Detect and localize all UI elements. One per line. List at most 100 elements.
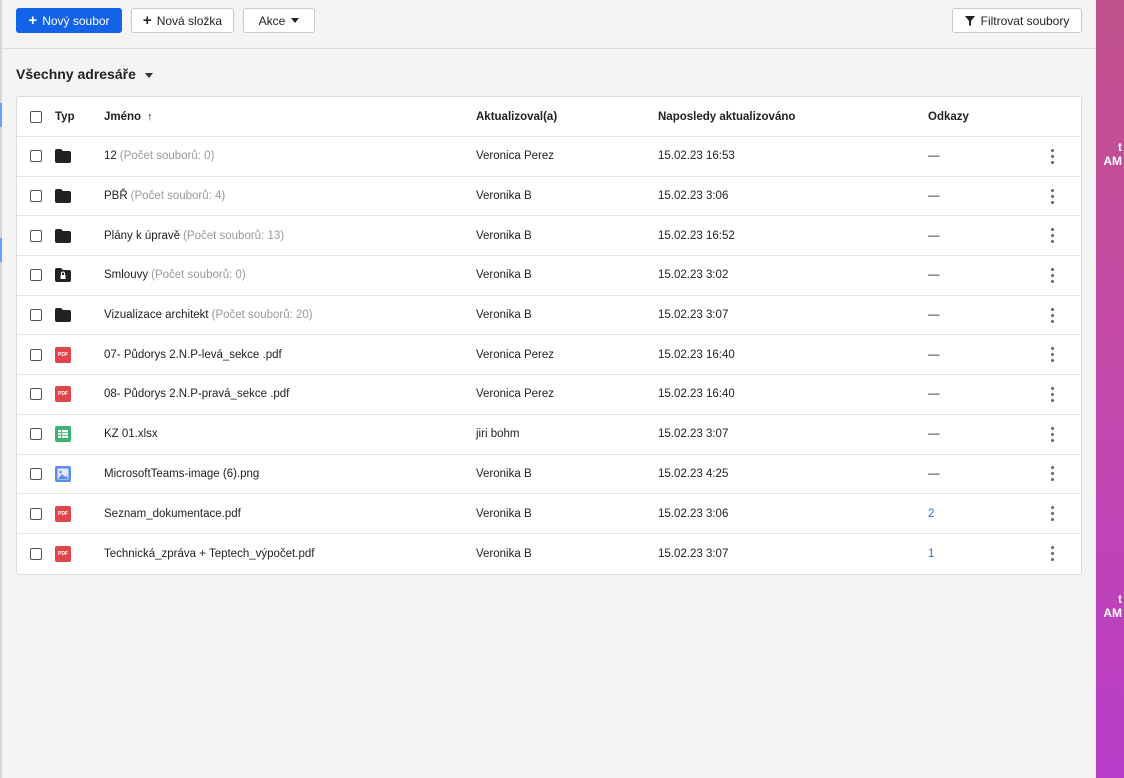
file-name[interactable]: Plány k úpravě xyxy=(104,230,180,242)
updated-by: Veronika B xyxy=(476,190,532,203)
row-checkbox[interactable] xyxy=(30,309,42,322)
table-row[interactable]: Plány k úpravě (Počet souborů: 13) Veronik… xyxy=(17,216,1081,257)
table-row[interactable]: PDF 08- Půdorys 2.N.P-pravá_sekce .pdf Ver… xyxy=(17,375,1081,415)
pdf-icon: PDF xyxy=(55,335,71,374)
filter-label: Filtrovat soubory xyxy=(980,13,1070,28)
table-row[interactable]: PDF Technická_zpráva + Teptech_výpočet.pd… xyxy=(17,534,1081,574)
file-name-cell[interactable]: 12 (Počet souborů: 0) xyxy=(104,137,214,176)
desktop-time-fragment: t AM xyxy=(1103,592,1122,620)
row-menu-button[interactable] xyxy=(1051,256,1054,295)
updated-by: Veronika B xyxy=(476,507,532,520)
updated-by: jiri bohm xyxy=(476,428,520,441)
updated-date: 15.02.23 16:53 xyxy=(658,150,735,163)
row-menu-button[interactable] xyxy=(1051,494,1054,533)
table-row[interactable]: PDF 07- Půdorys 2.N.P-levá_sekce .pdf Vero… xyxy=(17,335,1081,376)
chevron-down-icon xyxy=(291,18,300,23)
links-count-link[interactable]: 2 xyxy=(928,494,934,533)
more-vertical-icon xyxy=(1051,267,1054,283)
row-menu-button[interactable] xyxy=(1051,455,1054,494)
row-checkbox[interactable] xyxy=(30,547,42,560)
table-row[interactable]: KZ 01.xlsx jiri bohm 15.02.23 3:07 — xyxy=(17,415,1081,455)
updated-by: Veronika B xyxy=(476,309,532,322)
row-checkbox[interactable] xyxy=(30,348,42,361)
updated-by: Veronica Perez xyxy=(476,150,554,163)
filter-icon xyxy=(964,15,975,26)
file-name-cell[interactable]: Smlouvy (Počet souborů: 0) xyxy=(104,256,246,295)
directory-title: Všechny adresáře xyxy=(16,66,136,82)
more-vertical-icon xyxy=(1051,426,1054,442)
more-vertical-icon xyxy=(1051,386,1054,402)
filter-files-button[interactable]: Filtrovat soubory xyxy=(952,8,1082,33)
file-name-cell[interactable]: PBŘ (Počet souborů: 4) xyxy=(104,177,225,216)
row-checkbox[interactable] xyxy=(30,150,42,163)
file-name-cell[interactable]: 08- Půdorys 2.N.P-pravá_sekce .pdf xyxy=(104,375,289,414)
new-file-button[interactable]: + Nový soubor xyxy=(16,8,122,33)
file-name-cell[interactable]: 07- Půdorys 2.N.P-levá_sekce .pdf xyxy=(104,335,282,374)
new-file-label: Nový soubor xyxy=(42,13,110,28)
file-name[interactable]: PBŘ xyxy=(104,190,128,202)
updated-date: 15.02.23 4:25 xyxy=(658,467,729,480)
row-menu-button[interactable] xyxy=(1051,415,1054,454)
file-table: Typ Jméno ↑ Aktualizoval(a) Naposledy ak… xyxy=(16,96,1082,575)
header-updated-by[interactable]: Aktualizoval(a) xyxy=(476,97,557,136)
table-row[interactable]: MicrosoftTeams-image (6).png Veronika B 15… xyxy=(17,455,1081,495)
actions-dropdown[interactable]: Akce xyxy=(243,8,315,33)
links-count-link[interactable]: 1 xyxy=(928,534,934,574)
more-vertical-icon xyxy=(1051,466,1054,482)
file-name-cell[interactable]: Plány k úpravě (Počet souborů: 13) xyxy=(104,216,284,255)
updated-by: Veronika B xyxy=(476,467,532,480)
file-name[interactable]: Seznam_dokumentace.pdf xyxy=(104,508,241,520)
file-name-cell[interactable]: MicrosoftTeams-image (6).png xyxy=(104,455,259,494)
header-last-updated[interactable]: Naposledy aktualizováno xyxy=(658,97,795,136)
updated-by: Veronika B xyxy=(476,547,532,560)
file-name-cell[interactable]: KZ 01.xlsx xyxy=(104,415,158,454)
file-name[interactable]: Vizualizace architekt xyxy=(104,309,209,321)
row-menu-button[interactable] xyxy=(1051,375,1054,414)
header-name[interactable]: Jméno ↑ xyxy=(104,97,153,136)
file-name[interactable]: 08- Půdorys 2.N.P-pravá_sekce .pdf xyxy=(104,388,289,400)
updated-date: 15.02.23 3:06 xyxy=(658,507,729,520)
table-row[interactable]: PDF Seznam_dokumentace.pdf Veronika B 15.02… xyxy=(17,494,1081,534)
table-row[interactable]: 12 (Počet souborů: 0) Veronica Perez 15.02.… xyxy=(17,137,1081,177)
row-menu-button[interactable] xyxy=(1051,137,1054,176)
row-menu-button[interactable] xyxy=(1051,177,1054,216)
file-name[interactable]: Technická_zpráva + Teptech_výpočet.pdf xyxy=(104,548,314,560)
row-checkbox[interactable] xyxy=(30,269,42,282)
plus-icon: + xyxy=(142,12,152,29)
file-name[interactable]: Smlouvy xyxy=(104,269,148,281)
file-name[interactable]: MicrosoftTeams-image (6).png xyxy=(104,468,259,480)
spreadsheet-icon xyxy=(55,415,71,454)
file-name[interactable]: 07- Půdorys 2.N.P-levá_sekce .pdf xyxy=(104,349,282,361)
row-checkbox[interactable] xyxy=(30,190,42,203)
row-checkbox[interactable] xyxy=(30,388,42,401)
row-checkbox[interactable] xyxy=(30,467,42,480)
updated-date: 15.02.23 3:07 xyxy=(658,428,729,441)
file-name[interactable]: 12 xyxy=(104,150,117,162)
row-menu-button[interactable] xyxy=(1051,534,1054,574)
table-row[interactable]: Smlouvy (Počet souborů: 0) Veronika B 15.02… xyxy=(17,256,1081,296)
row-checkbox[interactable] xyxy=(30,428,42,441)
table-row[interactable]: PBŘ (Počet souborů: 4) Veronika B 15.02.23 … xyxy=(17,177,1081,217)
updated-date: 15.02.23 16:40 xyxy=(658,348,735,361)
row-menu-button[interactable] xyxy=(1051,216,1054,255)
file-name-cell[interactable]: Vizualizace architekt (Počet souborů: 20) xyxy=(104,296,313,335)
folder-icon xyxy=(55,296,71,335)
row-menu-button[interactable] xyxy=(1051,335,1054,374)
header-links[interactable]: Odkazy xyxy=(928,97,969,136)
toolbar: + Nový soubor + Nová složka Akce Filtrov… xyxy=(2,0,1096,49)
row-checkbox[interactable] xyxy=(30,229,42,242)
file-name-cell[interactable]: Seznam_dokumentace.pdf xyxy=(104,494,241,533)
file-count: (Počet souborů: 0) xyxy=(119,150,215,163)
image-icon xyxy=(55,455,71,494)
new-folder-button[interactable]: + Nová složka xyxy=(131,8,234,33)
row-menu-button[interactable] xyxy=(1051,296,1054,335)
links-count: — xyxy=(928,467,940,480)
row-checkbox[interactable] xyxy=(30,507,42,520)
pdf-icon: PDF xyxy=(55,375,71,414)
file-name[interactable]: KZ 01.xlsx xyxy=(104,428,158,440)
directory-selector[interactable]: Všechny adresáře xyxy=(16,66,153,82)
file-name-cell[interactable]: Technická_zpráva + Teptech_výpočet.pdf xyxy=(104,534,314,574)
file-count: (Počet souborů: 20) xyxy=(211,309,313,322)
table-row[interactable]: Vizualizace architekt (Počet souborů: 20)… xyxy=(17,296,1081,336)
select-all-checkbox[interactable] xyxy=(30,110,42,123)
